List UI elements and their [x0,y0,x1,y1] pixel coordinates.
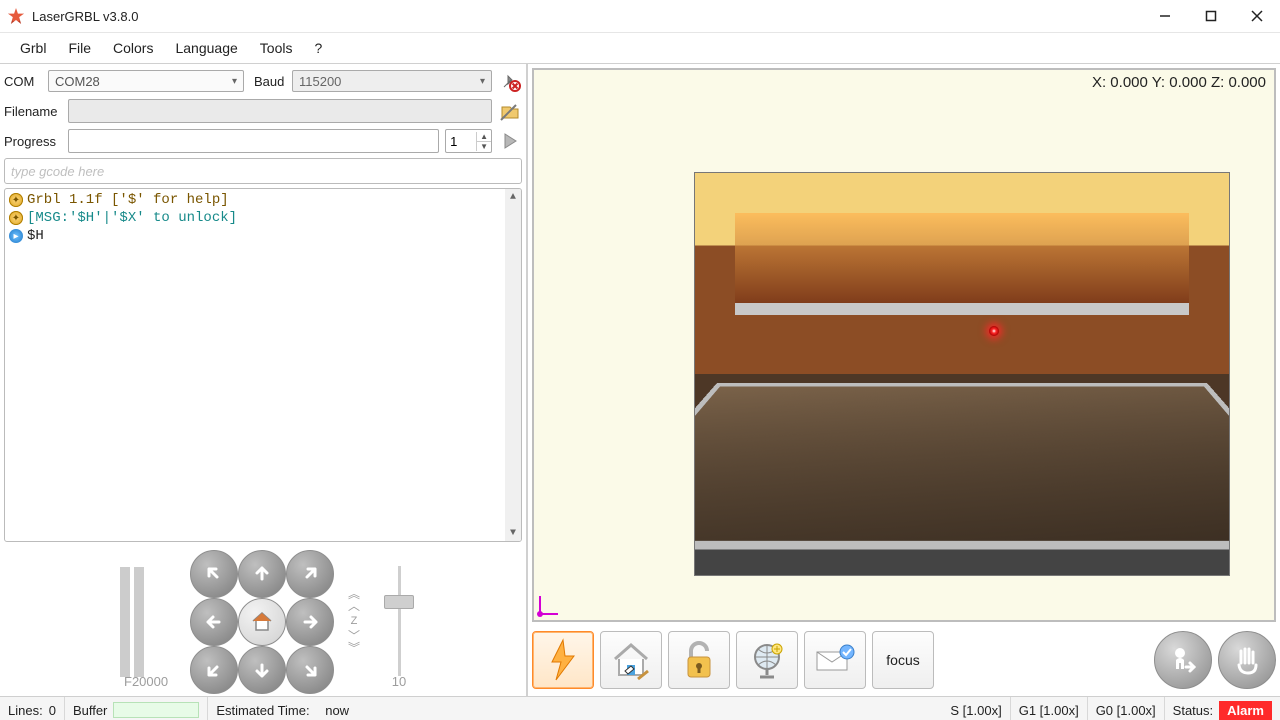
z-up-icon[interactable]: ︿ [348,601,360,611]
hold-button[interactable] [1218,631,1276,689]
console-text: $H [27,228,44,244]
com-label: COM [4,74,42,89]
console-scrollbar[interactable]: ▲ ▼ [505,189,521,541]
step-value: 10 [392,674,406,689]
jog-w-button[interactable] [190,598,238,646]
menu-file[interactable]: File [58,36,101,60]
console-text: Grbl 1.1f ['$' for help] [27,192,229,208]
macro-home-button[interactable] [600,631,662,689]
z-down-icon[interactable]: ﹀ [348,631,360,641]
laser-indicator-icon [989,326,999,336]
com-port-select[interactable]: COM28 ▾ [48,70,244,92]
status-bar: Lines: 0 Buffer Estimated Time: now S [1… [0,696,1280,720]
spin-down-icon[interactable]: ▼ [477,142,491,151]
console-run-icon: ▸ [9,229,23,243]
jog-nw-button[interactable] [190,550,238,598]
sb-status-label: Status: [1173,703,1213,718]
filename-field [68,99,492,123]
menu-tools[interactable]: Tools [250,36,303,60]
console: ✦ Grbl 1.1f ['$' for help] ✦ [MSG:'$H'|'… [4,188,522,542]
z-up-icon[interactable]: ︽ [348,589,360,599]
origin-axes-icon [536,594,560,618]
minimize-button[interactable] [1142,0,1188,32]
z-axis-label: Z [351,615,358,627]
console-line: ✦ [MSG:'$H'|'$X' to unlock] [9,209,517,227]
baud-rate-select[interactable]: 115200 ▾ [292,70,492,92]
disconnect-button[interactable] [498,69,522,93]
sb-g1-override[interactable]: G1 [1.00x] [1019,703,1079,718]
spin-up-icon[interactable]: ▲ [477,132,491,142]
gcode-placeholder: type gcode here [11,164,104,179]
chevron-down-icon: ▾ [232,76,237,87]
sb-g0-override[interactable]: G0 [1.00x] [1096,703,1156,718]
macro-toolbar: focus [532,628,1276,692]
pass-count-input[interactable] [446,133,476,150]
run-button[interactable] [498,129,522,153]
resume-button[interactable] [1154,631,1212,689]
com-port-value: COM28 [55,74,100,89]
jog-s-button[interactable] [238,646,286,694]
chevron-down-icon: ▾ [480,76,485,87]
open-file-button[interactable] [498,99,522,123]
macro-mail-button[interactable] [804,631,866,689]
sb-buffer-label: Buffer [73,703,107,718]
app-icon [8,8,24,24]
window-title: LaserGRBL v3.8.0 [32,9,138,24]
jog-se-button[interactable] [286,646,334,694]
progress-label: Progress [4,134,62,149]
coordinate-readout: X: 0.000 Y: 0.000 Z: 0.000 [1092,74,1266,91]
console-line: ✦ Grbl 1.1f ['$' for help] [9,191,517,209]
pass-count-spinbox[interactable]: ▲▼ [445,129,492,153]
sb-estimated-value: now [325,703,349,718]
speed-bars [120,565,144,677]
right-panel: X: 0.000 Y: 0.000 Z: 0.000 [528,64,1280,696]
scroll-up-icon[interactable]: ▲ [505,189,521,205]
scroll-down-icon[interactable]: ▼ [505,525,521,541]
baud-rate-value: 115200 [299,74,341,89]
menu-colors[interactable]: Colors [103,36,163,60]
preview-canvas[interactable]: X: 0.000 Y: 0.000 Z: 0.000 [532,68,1276,622]
preview-image [694,172,1230,576]
sb-lines-value: 0 [49,703,56,718]
jog-e-button[interactable] [286,598,334,646]
gcode-input[interactable]: type gcode here [4,158,522,184]
menu-bar: Grbl File Colors Language Tools ? [0,33,1280,64]
macro-focus-label: focus [886,652,919,668]
menu-grbl[interactable]: Grbl [10,36,56,60]
sb-lines-label: Lines: [8,703,43,718]
console-sys-icon: ✦ [9,211,23,225]
macro-focus-button[interactable]: focus [872,631,934,689]
sb-s-override[interactable]: S [1.00x] [950,703,1001,718]
jog-panel: F20000 ︽ ︿ Z ﹀ ︾ [4,546,522,692]
console-sys-icon: ✦ [9,193,23,207]
feed-label: F20000 [124,674,168,689]
console-text: [MSG:'$H'|'$X' to unlock] [27,210,237,226]
progress-bar [68,129,439,153]
slider-knob[interactable] [384,595,414,609]
jog-home-button[interactable] [238,598,286,646]
sb-status-value: Alarm [1219,701,1272,720]
z-down-icon[interactable]: ︾ [348,643,360,653]
macro-globe-button[interactable] [736,631,798,689]
step-slider[interactable]: 10 [376,561,422,681]
macro-unlock-button[interactable] [668,631,730,689]
left-panel: COM COM28 ▾ Baud 115200 ▾ Filename [0,64,528,696]
jog-n-button[interactable] [238,550,286,598]
sb-estimated-label: Estimated Time: [216,703,309,718]
buffer-gauge [113,702,199,718]
filename-label: Filename [4,104,62,119]
menu-language[interactable]: Language [165,36,247,60]
console-line: ▸ $H [9,227,517,245]
close-button[interactable] [1234,0,1280,32]
baud-label: Baud [254,74,286,89]
menu-help[interactable]: ? [304,36,332,60]
macro-reset-button[interactable] [532,631,594,689]
maximize-button[interactable] [1188,0,1234,32]
jog-sw-button[interactable] [190,646,238,694]
jog-ne-button[interactable] [286,550,334,598]
